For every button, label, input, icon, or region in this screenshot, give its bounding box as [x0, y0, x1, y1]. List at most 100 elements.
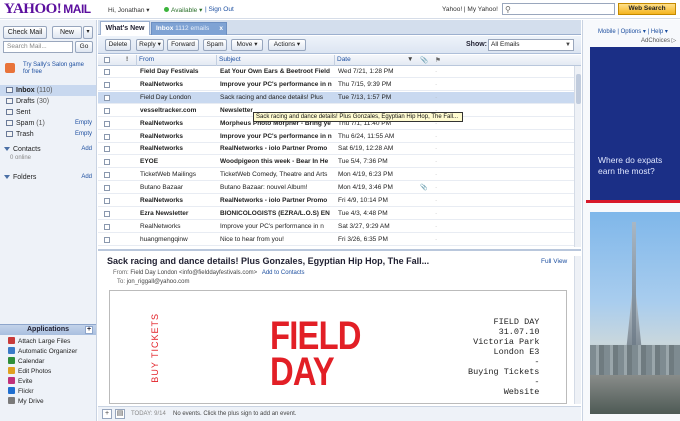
add-application-icon[interactable]: +	[85, 326, 93, 334]
flag-icon[interactable]: ·	[435, 79, 437, 91]
poster-title[interactable]: FIELD DAY	[270, 316, 361, 392]
table-row[interactable]: RealNetworks Improve your PC's performanc…	[98, 131, 574, 143]
column-from[interactable]: From	[139, 56, 154, 63]
app-calendar[interactable]: Calendar	[0, 357, 96, 367]
flag-icon[interactable]: ·	[435, 182, 437, 194]
table-row[interactable]: RealNetworks RealNetworks - iolo Partner …	[98, 195, 574, 207]
table-row[interactable]: EYOE Woodpigeon this week - Bear In He Tue…	[98, 156, 574, 169]
folders-section[interactable]: Folders Add	[0, 172, 96, 183]
flag-icon[interactable]: ·	[435, 208, 437, 220]
status-menu[interactable]: Available ▾	[164, 6, 202, 14]
priority-column-icon[interactable]: !	[126, 56, 128, 63]
row-checkbox[interactable]	[104, 223, 110, 230]
flag-icon[interactable]: ·	[435, 143, 437, 155]
table-row[interactable]: Field Day London Sack racing and dance de…	[98, 91, 574, 104]
app-automatic-organizer[interactable]: Automatic Organizer	[0, 347, 96, 357]
expat-ad-banner[interactable]	[590, 47, 680, 200]
row-checkbox[interactable]	[104, 210, 110, 217]
user-greeting[interactable]: Hi, Jonathan ▾	[108, 6, 150, 14]
folder-trash[interactable]: Trash Empty	[0, 129, 96, 140]
delete-button[interactable]: Delete	[105, 39, 131, 51]
row-checkbox[interactable]	[104, 198, 110, 204]
table-row[interactable]: RealNetworks RealNetworks - iolo Partner …	[98, 143, 574, 156]
row-checkbox[interactable]	[104, 172, 110, 179]
folder-inbox[interactable]: Inbox (110)	[0, 85, 96, 96]
web-search-input[interactable]: ⚲	[502, 3, 615, 15]
poster-side-text[interactable]: BUY TICKETS	[150, 313, 160, 383]
calendar-toggle-icon[interactable]: ▤	[115, 409, 125, 419]
help-links[interactable]: Mobile | Options ▾ | Help ▾	[598, 28, 668, 35]
empty-spam-link[interactable]: Empty	[75, 118, 92, 129]
table-row[interactable]: Butano Bazaar Butano Bazaar: nouvel Album…	[98, 182, 574, 195]
ad-choices-link[interactable]: AdChoices ▷	[641, 37, 676, 44]
check-mail-button[interactable]: Check Mail	[3, 26, 47, 39]
attachment-column-icon[interactable]: 📎	[420, 56, 428, 64]
row-checkbox[interactable]	[104, 133, 110, 140]
applications-header[interactable]: Applications +	[0, 324, 96, 335]
full-view-link[interactable]: Full View	[541, 258, 567, 265]
column-subject[interactable]: Subject	[219, 56, 241, 63]
flag-icon[interactable]: ·	[435, 234, 437, 246]
row-checkbox[interactable]	[104, 236, 110, 243]
game-promo[interactable]: Try Sally's Salon game for free	[3, 61, 93, 83]
empty-trash-link[interactable]: Empty	[75, 129, 92, 140]
row-checkbox[interactable]	[104, 69, 110, 75]
tab-whats-new[interactable]: What's New	[100, 21, 150, 35]
row-checkbox[interactable]	[104, 120, 110, 127]
flag-column-icon[interactable]: ⚑	[435, 56, 441, 64]
row-checkbox[interactable]	[104, 185, 110, 192]
row-checkbox[interactable]	[104, 159, 110, 166]
folder-drafts[interactable]: Drafts (30)	[0, 96, 96, 107]
scrollbar-thumb[interactable]	[576, 74, 581, 104]
add-event-icon[interactable]: +	[102, 409, 112, 419]
move-button[interactable]: Move ▾	[231, 39, 263, 51]
column-date[interactable]: Date	[337, 56, 351, 63]
tab-inbox[interactable]: Inbox 1112 emails x	[151, 22, 227, 35]
add-to-contacts-link[interactable]: Add to Contacts	[262, 270, 305, 276]
app-my-drive[interactable]: My Drive	[0, 397, 96, 407]
reply-button[interactable]: Reply ▾	[136, 39, 164, 51]
flag-icon[interactable]: ·	[435, 156, 437, 168]
flag-icon[interactable]: ·	[435, 92, 437, 104]
reading-pane-scrollbar[interactable]	[574, 256, 581, 404]
top-links[interactable]: Yahoo! | My Yahoo!	[442, 6, 498, 13]
ad-headline[interactable]: Where do expats earn the most?	[598, 155, 678, 177]
forward-button[interactable]: Forward	[167, 39, 199, 51]
folder-sent[interactable]: Sent	[0, 107, 96, 118]
table-row[interactable]: RealNetworks Improve your PC's performanc…	[98, 221, 574, 233]
app-evite[interactable]: Evite	[0, 377, 96, 387]
select-all-checkbox[interactable]	[104, 57, 110, 63]
sign-out-link[interactable]: | Sign Out	[205, 6, 234, 13]
flag-icon[interactable]: ·	[435, 66, 437, 78]
add-contact-link[interactable]: Add	[81, 144, 92, 155]
web-search-button[interactable]: Web Search	[618, 3, 676, 15]
row-checkbox[interactable]	[104, 94, 110, 101]
message-list-scrollbar[interactable]	[574, 66, 581, 247]
row-checkbox[interactable]	[104, 146, 110, 153]
flag-icon[interactable]: ·	[435, 169, 437, 181]
yahoo-mail-logo[interactable]: YAHOO! MAIL	[4, 1, 91, 18]
contacts-section[interactable]: Contacts Add	[0, 144, 96, 155]
flag-icon[interactable]: ·	[435, 221, 437, 233]
table-row[interactable]: RealNetworks Improve your PC's performanc…	[98, 79, 574, 91]
app-flickr[interactable]: Flickr	[0, 387, 96, 397]
row-checkbox[interactable]	[104, 81, 110, 88]
row-checkbox[interactable]	[104, 107, 110, 114]
flag-icon[interactable]: ·	[435, 195, 437, 207]
app-attach-large-files[interactable]: Attach Large Files	[0, 337, 96, 347]
add-folder-link[interactable]: Add	[81, 172, 92, 183]
new-dropdown-icon[interactable]: ▾	[83, 26, 93, 39]
table-row[interactable]: huangmengqinw Nice to hear from you! Fri 3…	[98, 234, 574, 246]
close-icon[interactable]: x	[219, 23, 223, 35]
search-mail-input[interactable]: Search Mail...	[3, 41, 73, 53]
table-row[interactable]: Field Day Festivals Eat Your Own Ears & B…	[98, 66, 574, 78]
show-filter-select[interactable]: All Emails ▼	[488, 39, 574, 51]
spam-button[interactable]: Spam	[203, 39, 227, 51]
table-row[interactable]: Ezra Newsletter BIONICOLOGISTS (EZRA/L.O.…	[98, 208, 574, 220]
actions-button[interactable]: Actions ▾	[268, 39, 306, 51]
table-row[interactable]: TicketWeb Mailings TicketWeb Comedy, Thea…	[98, 169, 574, 182]
from-address[interactable]: Field Day London <info@fielddayfestivals…	[130, 270, 257, 276]
flag-icon[interactable]: ·	[435, 131, 437, 143]
app-edit-photos[interactable]: Edit Photos	[0, 367, 96, 377]
new-button[interactable]: New	[52, 26, 82, 39]
